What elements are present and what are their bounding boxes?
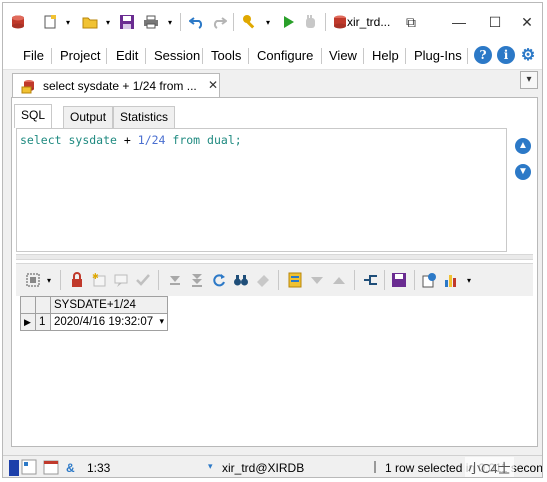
menu-bar: File Project Edit Session Tools Configur… bbox=[3, 41, 542, 70]
menu-edit[interactable]: Edit bbox=[116, 48, 138, 63]
menu-tools[interactable]: Tools bbox=[211, 48, 241, 63]
chart-icon[interactable] bbox=[442, 271, 460, 289]
delete-record-icon[interactable] bbox=[112, 271, 130, 289]
post-check-icon[interactable] bbox=[134, 271, 152, 289]
menu-configure[interactable]: Configure bbox=[257, 48, 313, 63]
sql-token: + bbox=[123, 133, 131, 147]
window-title: xir_trd... bbox=[347, 15, 391, 29]
table-cell[interactable]: 2020/4/16 19:32:07 ▾ bbox=[50, 313, 168, 331]
status-grip-icon bbox=[373, 459, 379, 477]
document-tab[interactable]: select sysdate + 1/24 from ... ✕ bbox=[12, 73, 220, 97]
sql-editor[interactable]: select sysdate + 1/24 from dual; bbox=[16, 128, 507, 252]
record-view-icon[interactable] bbox=[286, 271, 304, 289]
table-row[interactable]: ▶ 1 2020/4/16 19:32:07 ▾ bbox=[20, 313, 168, 331]
sql-window-icon bbox=[21, 78, 37, 97]
title-toolbar: ▾ ▾ ▾ ▾ xir_trd... ⧉ — ☐ ✕ bbox=[3, 3, 542, 41]
header-row: SYSDATE+1/24 bbox=[20, 296, 168, 314]
menu-project[interactable]: Project bbox=[60, 48, 100, 63]
ampersand-icon: & bbox=[66, 461, 75, 475]
row-number: 1 bbox=[35, 313, 51, 331]
document-tab-label: select sysdate + 1/24 from ... bbox=[43, 79, 197, 93]
connection-dropdown-icon[interactable]: ▾ bbox=[208, 461, 213, 472]
sql-token: sysdate bbox=[68, 133, 117, 147]
find-binoculars-icon[interactable] bbox=[232, 271, 250, 289]
close-icon[interactable]: ✕ bbox=[208, 78, 218, 92]
cursor-position: 1:33 bbox=[87, 461, 111, 475]
minimize-button[interactable]: — bbox=[447, 13, 471, 31]
run-icon[interactable] bbox=[277, 11, 299, 33]
status-grid-icon bbox=[21, 459, 37, 477]
tab-output[interactable]: Output bbox=[63, 106, 114, 128]
sort-desc-icon[interactable] bbox=[308, 271, 326, 289]
rownum-header bbox=[35, 296, 51, 314]
svg-text:✱: ✱ bbox=[92, 272, 99, 281]
status-bar: & 1:33 ▾ xir_trd@XIRDB 1 row selected in… bbox=[3, 455, 543, 477]
database-icon[interactable] bbox=[7, 11, 29, 33]
maximize-button[interactable]: ☐ bbox=[483, 13, 507, 31]
restore-icon[interactable]: ⧉ bbox=[399, 13, 423, 31]
sql-token: dual; bbox=[207, 133, 242, 147]
export-icon[interactable] bbox=[420, 271, 438, 289]
sql-token: select bbox=[20, 133, 62, 147]
results-grid: SYSDATE+1/24 ▶ 1 2020/4/16 19:32:07 ▾ bbox=[16, 296, 533, 444]
menu-view[interactable]: View bbox=[329, 48, 357, 63]
connection-name[interactable]: xir_trd@XIRDB bbox=[222, 461, 304, 475]
stop-hand-icon[interactable] bbox=[299, 11, 321, 33]
watermark: 小C4士 bbox=[465, 457, 514, 477]
link-tree-icon[interactable] bbox=[362, 271, 380, 289]
sql-code: select sysdate + 1/24 from dual; bbox=[20, 133, 242, 147]
lock-icon[interactable] bbox=[68, 271, 86, 289]
cell-value: 2020/4/16 19:32:07 bbox=[54, 316, 154, 328]
status-message: 1 row selected in 0.011 seconds bbox=[385, 461, 543, 475]
menu-plugins[interactable]: Plug-Ins bbox=[414, 48, 462, 63]
info-icon[interactable]: i bbox=[497, 46, 515, 64]
cell-dropdown-icon[interactable]: ▾ bbox=[159, 316, 164, 327]
app-window: ▾ ▾ ▾ ▾ xir_trd... ⧉ — ☐ ✕ File Project … bbox=[2, 2, 543, 478]
grid-toolbar: ▾ ✱ ▾ bbox=[16, 263, 533, 297]
refresh-icon[interactable] bbox=[210, 271, 228, 289]
next-record-icon[interactable] bbox=[166, 271, 184, 289]
row-indicator-icon: ▶ bbox=[20, 313, 36, 331]
undo-icon[interactable] bbox=[186, 11, 208, 33]
chevron-down-icon[interactable]: ▾ bbox=[159, 11, 181, 33]
chevron-down-icon[interactable]: ▾ bbox=[57, 11, 79, 33]
sort-asc-icon[interactable] bbox=[330, 271, 348, 289]
corner-cell[interactable] bbox=[20, 296, 36, 314]
status-indicator bbox=[9, 460, 19, 476]
gear-icon[interactable]: ⚙ bbox=[519, 46, 537, 64]
menu-help[interactable]: Help bbox=[372, 48, 399, 63]
close-button[interactable]: ✕ bbox=[515, 13, 539, 31]
redo-icon[interactable] bbox=[208, 11, 230, 33]
splitter[interactable] bbox=[16, 254, 533, 260]
save-results-icon[interactable] bbox=[390, 271, 408, 289]
tab-statistics[interactable]: Statistics bbox=[113, 106, 176, 128]
save-icon[interactable] bbox=[116, 11, 138, 33]
last-record-icon[interactable] bbox=[188, 271, 206, 289]
sql-token: from bbox=[172, 133, 201, 147]
help-icon[interactable]: ? bbox=[474, 46, 492, 64]
previous-statement-icon[interactable]: ▲ bbox=[515, 138, 531, 154]
results-table: SYSDATE+1/24 ▶ 1 2020/4/16 19:32:07 ▾ bbox=[20, 296, 168, 331]
column-header[interactable]: SYSDATE+1/24 bbox=[50, 296, 168, 314]
clear-eraser-icon[interactable] bbox=[254, 271, 272, 289]
insert-record-icon[interactable]: ✱ bbox=[90, 271, 108, 289]
sql-workspace: SQL Output Statistics select sysdate + 1… bbox=[11, 97, 538, 447]
chevron-down-icon[interactable]: ▾ bbox=[40, 271, 58, 289]
sql-token: 1/24 bbox=[137, 133, 166, 147]
tab-list-dropdown[interactable]: ▾ bbox=[520, 71, 538, 89]
menu-session[interactable]: Session bbox=[154, 48, 200, 63]
next-statement-icon[interactable]: ▼ bbox=[515, 164, 531, 180]
tab-sql[interactable]: SQL bbox=[14, 104, 53, 128]
chevron-down-icon[interactable]: ▾ bbox=[257, 11, 279, 33]
chevron-down-icon[interactable]: ▾ bbox=[460, 271, 478, 289]
menu-file[interactable]: File bbox=[23, 48, 44, 63]
status-calendar-icon bbox=[43, 459, 59, 477]
